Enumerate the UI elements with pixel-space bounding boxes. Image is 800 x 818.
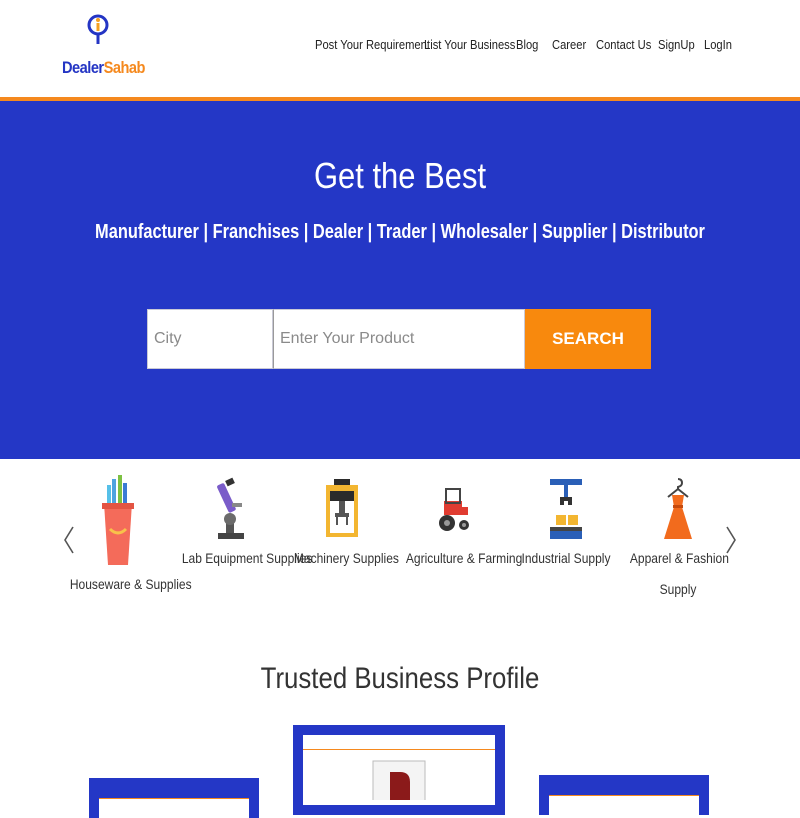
city-input[interactable] [147,309,273,369]
business-card[interactable] [89,778,259,818]
category-label: Industrial Supply [521,550,611,566]
conveyor-icon [550,479,582,539]
category-agriculture[interactable]: Agriculture & Farming [398,477,523,574]
category-label: Houseware & Supplies [69,576,192,592]
nav-blog[interactable]: Blog [516,37,538,52]
nav-login[interactable]: LogIn [704,37,732,52]
category-carousel: Houseware & Supplies Lab Equipment Suppl… [0,459,800,619]
logo[interactable]: DealerSahab [62,14,146,82]
section-title: Trusted Business Profile [260,662,540,695]
site-header: DealerSahab Post Your Requirement List Y… [0,0,800,101]
category-label: Apparel & Fashion [629,550,729,566]
dress-icon [664,478,692,539]
hero-banner: Get the Best Manufacturer | Franchises |… [0,101,800,459]
logo-text-dealer: Dealer [62,58,104,77]
business-card-featured[interactable] [293,725,505,815]
logo-text-sahab: Sahab [103,58,146,77]
category-lab-equipment[interactable]: Lab Equipment Supplies [174,477,313,574]
nav-list-business[interactable]: List Your Business [424,37,515,52]
logo-magnifier-icon [87,14,109,44]
tractor-icon [439,488,469,531]
nav-signup[interactable]: SignUp [658,37,695,52]
category-houseware[interactable]: Houseware & Supplies [62,473,192,600]
category-label: Supply [659,581,697,597]
machine-icon [326,479,358,537]
category-apparel[interactable]: Apparel & Fashion Supply [622,477,734,605]
nav-post-requirement[interactable]: Post Your Requirement [315,37,430,52]
nav-career[interactable]: Career [552,37,586,52]
nav-contact-us[interactable]: Contact Us [596,37,651,52]
category-machinery[interactable]: Machinery Supplies [286,477,399,574]
bucket-icon [102,475,134,565]
category-label: Machinery Supplies [293,550,399,566]
product-search-input[interactable] [273,309,525,369]
microscope-icon [217,477,244,539]
category-label: Agriculture & Farming [405,550,523,566]
category-industrial[interactable]: Industrial Supply [510,477,622,574]
category-label: Lab Equipment Supplies [181,550,313,566]
search-button[interactable]: SEARCH [525,309,651,369]
business-card[interactable] [539,775,709,815]
hero-title: Get the Best [313,155,487,196]
hero-subtitle: Manufacturer | Franchises | Dealer | Tra… [95,221,705,243]
business-logo-icon [372,760,426,800]
